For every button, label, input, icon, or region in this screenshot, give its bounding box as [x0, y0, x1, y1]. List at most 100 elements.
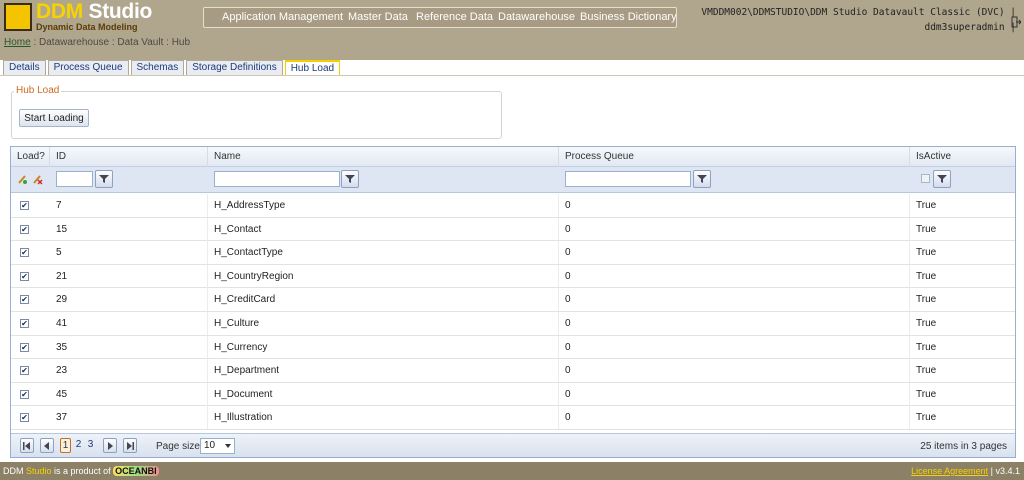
cell-id: 7 [50, 194, 208, 217]
cell-isactive: True [916, 365, 937, 377]
app-header: DDM Studio Dynamic Data Modeling Applica… [0, 0, 1024, 60]
start-loading-button[interactable]: Start Loading [19, 109, 89, 127]
load-checkbox[interactable]: ✔ [20, 413, 29, 423]
load-checkbox[interactable]: ✔ [20, 319, 29, 328]
cell-id: 37 [50, 406, 208, 430]
app-footer: DDM Studio is a product of OCEANBI Licen… [0, 462, 1024, 480]
table-row[interactable]: ✔ 41 H_Culture 0 True [11, 312, 1015, 336]
cell-isactive: True [916, 388, 937, 400]
table-row[interactable]: ✔ 21 H_CountryRegion 0 True [11, 264, 1015, 289]
uncheck-all-icon[interactable] [32, 174, 43, 185]
nav-application-management[interactable]: Application Management [222, 11, 343, 23]
grid-filter-row [11, 167, 1015, 193]
breadcrumb-home-link[interactable]: Home [4, 37, 31, 48]
load-checkbox[interactable]: ✔ [20, 224, 29, 234]
process-queue-filter-button[interactable] [693, 170, 711, 188]
name-filter-input[interactable] [214, 171, 340, 187]
id-filter-input[interactable] [56, 171, 93, 187]
table-row[interactable]: ✔ 23 H_Department 0 True [11, 359, 1015, 383]
cell-process-queue: 0 [559, 312, 910, 335]
table-row[interactable]: ✔ 7 H_AddressType 0 True [11, 194, 1015, 218]
tab-schemas[interactable]: Schemas [130, 60, 185, 75]
page-3-link[interactable]: 3 [85, 438, 96, 453]
col-header-id[interactable]: ID [50, 147, 208, 167]
process-queue-filter-input[interactable] [565, 171, 691, 187]
next-page-button[interactable] [103, 438, 117, 453]
prev-page-button[interactable] [40, 438, 54, 453]
next-page-icon [108, 442, 113, 450]
load-checkbox[interactable]: ✔ [20, 201, 29, 210]
isactive-filter-button[interactable] [933, 170, 951, 188]
grid-pager: 1 2 3 Page size: 10 25 items in 3 pages [11, 433, 1015, 457]
page-2-link[interactable]: 2 [73, 438, 84, 453]
nav-datawarehouse[interactable]: Datawarehouse [498, 11, 575, 23]
cell-isactive: True [916, 294, 937, 306]
cell-id: 23 [50, 359, 208, 383]
col-header-load[interactable]: Load? [11, 147, 50, 167]
load-checkbox[interactable]: ✔ [20, 248, 29, 258]
main-navigation: Application Management Master Data Refer… [203, 7, 677, 28]
oceanbi-logo[interactable]: OCEANBI [113, 466, 159, 476]
col-header-name[interactable]: Name [208, 147, 559, 167]
cell-process-queue: 0 [559, 406, 910, 430]
isactive-filter-checkbox[interactable] [921, 174, 930, 183]
hub-load-legend: Hub Load [14, 85, 62, 96]
tab-process-queue[interactable]: Process Queue [47, 60, 129, 75]
cell-id: 29 [50, 288, 208, 312]
cell-isactive: True [916, 270, 937, 282]
cell-name: H_CountryRegion [208, 264, 559, 288]
logo-title-prefix: DDM [36, 0, 83, 23]
table-row[interactable]: ✔ 15 H_Contact 0 True [11, 217, 1015, 242]
nav-reference-data[interactable]: Reference Data [416, 11, 493, 23]
filter-funnel-icon [697, 175, 707, 183]
page-size-label: Page size: [156, 441, 203, 452]
tab-content: Hub Load Start Loading Load? ID Name Pro… [0, 75, 1024, 462]
first-page-button[interactable] [20, 438, 34, 453]
cell-name: H_Currency [208, 335, 559, 359]
footer-product-of: is a product of [51, 466, 114, 476]
page-1-link[interactable]: 1 [60, 438, 71, 453]
footer-studio: Studio [26, 466, 52, 476]
load-checkbox[interactable]: ✔ [20, 342, 29, 352]
table-row[interactable]: ✔ 37 H_Illustration 0 True [11, 406, 1015, 430]
hub-grid: Load? ID Name Process Queue IsActive ✔ 7… [10, 146, 1016, 458]
col-header-isactive[interactable]: IsActive [910, 147, 1015, 167]
logout-icon[interactable] [1011, 16, 1021, 28]
check-all-icon[interactable] [17, 174, 28, 185]
tab-hub-load[interactable]: Hub Load [284, 60, 341, 76]
col-header-process-queue[interactable]: Process Queue [559, 147, 910, 167]
load-checkbox[interactable]: ✔ [20, 389, 29, 399]
last-page-button[interactable] [123, 438, 137, 453]
nav-master-data[interactable]: Master Data [348, 11, 408, 23]
table-row[interactable]: ✔ 5 H_ContactType 0 True [11, 241, 1015, 265]
chevron-down-icon [225, 444, 231, 448]
tab-details[interactable]: Details [3, 60, 46, 75]
footer-product-info: DDM Studio is a product of OCEANBI [3, 466, 159, 476]
filter-funnel-icon [99, 175, 109, 183]
id-filter-button[interactable] [95, 170, 113, 188]
table-row[interactable]: ✔ 29 H_CreditCard 0 True [11, 288, 1015, 312]
table-row[interactable]: ✔ 35 H_Currency 0 True [11, 335, 1015, 360]
cell-name: H_Contact [208, 217, 559, 241]
cell-name: H_ContactType [208, 241, 559, 265]
cell-id: 5 [50, 241, 208, 265]
tab-storage-definitions[interactable]: Storage Definitions [186, 60, 283, 75]
license-agreement-link[interactable]: License Agreement [911, 466, 988, 476]
page-size-value: 10 [204, 440, 216, 451]
grid-header: Load? ID Name Process Queue IsActive [11, 147, 1015, 167]
cell-process-queue: 0 [559, 359, 910, 383]
name-filter-button[interactable] [341, 170, 359, 188]
load-checkbox[interactable]: ✔ [20, 295, 29, 305]
page-size-select[interactable]: 10 [200, 438, 235, 454]
footer-ddm: DDM [3, 466, 24, 476]
last-page-icon [127, 442, 134, 450]
cell-isactive: True [916, 341, 937, 353]
nav-business-dictionary[interactable]: Business Dictionary [580, 11, 677, 23]
cell-name: H_Culture [208, 312, 559, 335]
cell-id: 41 [50, 312, 208, 335]
table-row[interactable]: ✔ 45 H_Document 0 True [11, 382, 1015, 407]
load-checkbox[interactable]: ✔ [20, 271, 29, 281]
app-logo-title: DDM Studio [36, 0, 152, 24]
load-checkbox[interactable]: ✔ [20, 366, 29, 376]
tab-strip: Details Process Queue Schemas Storage De… [3, 60, 342, 76]
